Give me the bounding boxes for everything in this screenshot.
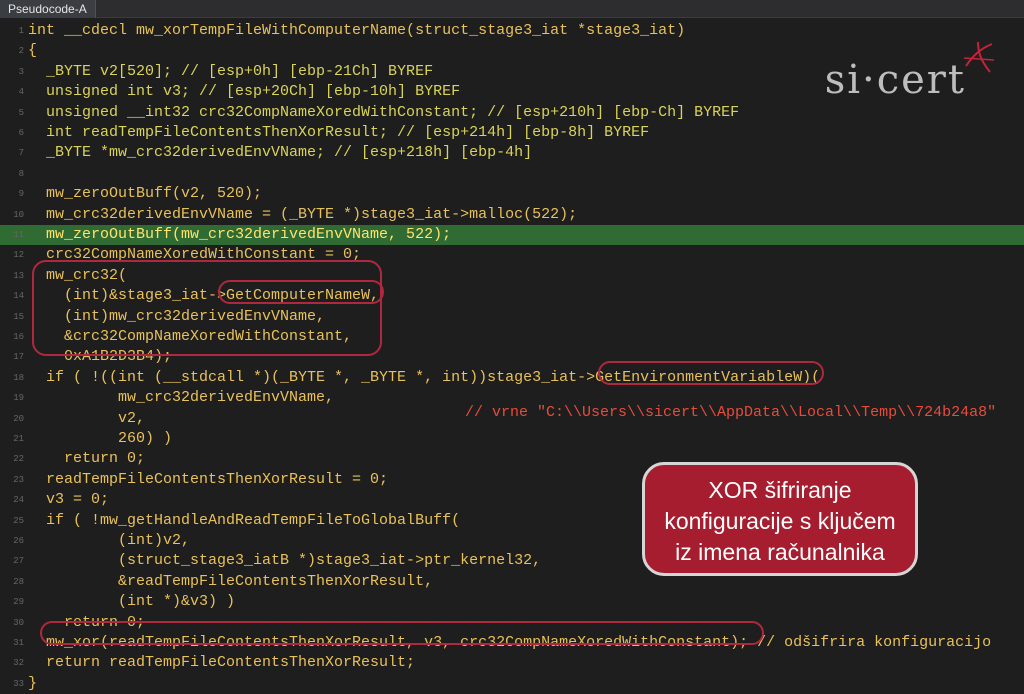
line-number: 30 [13,617,24,628]
code-text: { [28,42,38,60]
line-number: 18 [13,372,24,383]
code-text: &readTempFileContentsThenXorResult, [28,572,434,590]
inline-comment-path: // vrne "C:\\Users\\sicert\\AppData\\Loc… [465,404,997,421]
xor-explanation-callout: XOR šifriranje konfiguracije s ključem i… [642,462,918,576]
line-number: 6 [18,128,24,138]
code-line[interactable]: 10 mw_crc32derivedEnvVName = (_BYTE *)st… [0,205,1024,225]
line-number: 15 [13,311,24,322]
code-text: int __cdecl mw_xorTempFileWithComputerNa… [28,22,686,39]
code-text: (struct_stage3_iatB *)stage3_iat->ptr_ke… [28,552,542,570]
getcomputername-highlight [218,280,384,304]
line-number: 23 [13,474,24,485]
code-text: unsigned int v3; // [esp+20Ch] [ebp-10h]… [28,83,461,101]
line-number: 7 [18,148,24,159]
line-number: 31 [13,638,24,648]
code-line[interactable]: 6 int readTempFileContentsThenXorResult;… [0,123,1024,143]
code-line[interactable]: 32 return readTempFileContentsThenXorRes… [0,653,1024,673]
line-number: 13 [13,270,24,281]
code-text: mw_crc32derivedEnvVName, [28,389,335,407]
code-line[interactable]: 29 (int *)&v3) ) [0,592,1024,612]
line-number: 21 [13,434,24,444]
code-line[interactable]: 5 unsigned __int32 crc32CompNameXoredWit… [0,103,1024,123]
code-line[interactable]: 18 if ( !((int (__stdcall *)(_BYTE *, _B… [0,368,1024,388]
code-text: } [28,674,38,692]
callout-line-3: iz imena računalnika [675,539,885,565]
callout-line-1: XOR šifriranje [708,477,852,503]
line-number: 8 [18,168,24,179]
line-number: 17 [13,352,24,363]
code-line[interactable]: 33} [0,674,1024,694]
line-number: 2 [18,46,24,57]
line-number: 28 [13,576,24,587]
line-number: 4 [18,87,24,98]
code-text: return readTempFileContentsThenXorResult… [28,654,416,672]
tab-pseudocode-a[interactable]: Pseudocode-A [0,0,96,18]
line-number: 22 [13,454,24,465]
code-text: mw_zeroOutBuff(v2, 520); [28,185,263,203]
line-number: 25 [13,515,24,526]
code-line[interactable]: 1 int __cdecl mw_xorTempFileWithComputerN… [0,21,1024,41]
line-number: 20 [13,413,24,424]
sicert-logo-mark-icon [963,41,995,73]
line-number: 32 [13,658,24,669]
code-text: return 0; [28,450,146,468]
code-text: int readTempFileContentsThenXorResult; /… [28,124,650,141]
crc32-call-highlight [32,260,382,356]
code-line[interactable]: 11 mw_zeroOutBuff(mw_crc32derivedEnvVNam… [0,225,1024,246]
code-text: v2, [28,409,146,427]
window-titlebar: Pseudocode-A [0,0,1024,18]
code-text: (int)v2, [28,532,191,549]
code-text: mw_crc32derivedEnvVName = (_BYTE *)stage… [28,205,578,223]
line-number: 9 [18,189,24,200]
code-text: 260) ) [28,430,173,447]
code-line[interactable]: 9 mw_zeroOutBuff(v2, 520); [0,184,1024,204]
line-number: 3 [18,66,24,77]
sicert-logo: si·cert [824,57,966,103]
code-line[interactable]: 7 _BYTE *mw_crc32derivedEnvVName; // [es… [0,143,1024,163]
code-line[interactable]: 8 [0,164,1024,184]
line-number: 19 [13,393,24,404]
line-number: 16 [13,332,24,342]
code-text: readTempFileContentsThenXorResult = 0; [28,470,389,488]
line-number: 14 [13,291,24,302]
line-number: 24 [13,495,24,506]
code-text: _BYTE *mw_crc32derivedEnvVName; // [esp+… [28,144,533,162]
code-text: _BYTE v2[520]; // [esp+0h] [ebp-21Ch] BY… [28,62,434,80]
line-number: 12 [13,250,24,261]
code-text: (int *)&v3) ) [28,593,236,611]
line-number: 26 [13,536,24,546]
line-number: 5 [18,107,24,118]
line-number: 27 [13,556,24,567]
code-text: mw_zeroOutBuff(mw_crc32derivedEnvVName, … [28,226,452,243]
callout-line-2: konfiguracije s ključem [664,508,896,534]
line-number: 1 [18,26,24,36]
xor-call-highlight [40,621,764,645]
code-line[interactable]: 21 260) ) [0,429,1024,449]
code-text: unsigned __int32 crc32CompNameXoredWithC… [28,103,740,121]
line-number: 33 [13,678,24,689]
line-number: 11 [13,230,24,240]
line-number: 29 [13,597,24,608]
getenvironmentvariable-highlight [598,361,824,385]
code-text: if ( !mw_getHandleAndReadTempFileToGloba… [28,511,461,529]
line-number: 10 [13,209,24,220]
code-text: v3 = 0; [28,491,110,509]
